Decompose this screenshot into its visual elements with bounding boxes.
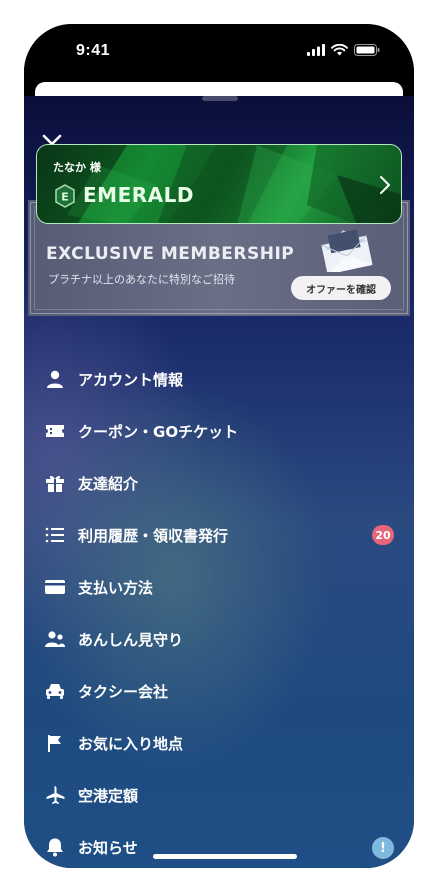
people-icon (45, 631, 65, 647)
menu-item-taxi-companies[interactable]: タクシー会社 (24, 669, 414, 713)
menu-item-label: 利用履歴・領収書発行 (78, 527, 229, 545)
menu-item-airport-flat-rate[interactable]: 空港定額 (24, 773, 414, 817)
signal-icon (307, 44, 325, 56)
user-greeting: たなか 様 (53, 161, 101, 174)
chevron-right-icon (380, 176, 390, 194)
history-count-badge: 20 (372, 525, 394, 545)
menu-item-label: お気に入り地点 (78, 735, 184, 753)
menu-item-watch[interactable]: あんしん見守り (24, 617, 414, 661)
view-offer-button[interactable]: オファーを確認 (291, 276, 391, 300)
phone-screen: 9:41 EXCLUSIVE MEMBERSHIP プラチナ以上のあなたに特別な… (24, 24, 414, 868)
menu-item-coupons[interactable]: クーポン・GOチケット (24, 409, 414, 453)
card-icon (45, 580, 65, 594)
menu-item-label: アカウント情報 (78, 371, 184, 389)
menu-item-history[interactable]: 利用履歴・領収書発行 20 (24, 513, 414, 557)
menu-item-payment[interactable]: 支払い方法 (24, 565, 414, 609)
menu-item-referral[interactable]: 友達紹介 (24, 461, 414, 505)
flag-icon (48, 735, 61, 752)
taxi-icon (46, 684, 64, 699)
status-time: 9:41 (76, 42, 111, 59)
menu-item-favorites[interactable]: お気に入り地点 (24, 721, 414, 765)
envelope-icon (321, 229, 373, 272)
notification-alert-badge: ! (372, 837, 394, 859)
menu-item-label: あんしん見守り (78, 631, 184, 649)
drawer-grabber[interactable] (202, 96, 238, 101)
side-menu-drawer: EXCLUSIVE MEMBERSHIP プラチナ以上のあなたに特別なご招待 オ… (24, 96, 414, 868)
bell-icon (47, 838, 63, 857)
menu-item-label: お知らせ (78, 839, 138, 857)
list-icon (45, 527, 64, 543)
membership-subtitle: プラチナ以上のあなたに特別なご招待 (48, 273, 235, 286)
membership-rank: EMERALD (83, 183, 194, 207)
menu-item-account[interactable]: アカウント情報 (24, 357, 414, 401)
battery-icon (354, 44, 380, 56)
menu-item-label: 友達紹介 (78, 475, 139, 493)
person-icon (47, 370, 63, 388)
status-icons (307, 44, 380, 56)
emerald-badge-letter: E (61, 191, 69, 204)
menu-item-label: タクシー会社 (78, 683, 169, 701)
membership-title: EXCLUSIVE MEMBERSHIP (46, 244, 295, 264)
home-indicator[interactable] (153, 854, 297, 859)
menu-item-notifications[interactable]: お知らせ ! (24, 825, 414, 868)
ticket-icon (46, 425, 64, 437)
gift-icon (46, 475, 64, 492)
emerald-rank-card[interactable]: たなか 様 E EMERALD (36, 144, 402, 224)
wifi-icon (331, 44, 348, 56)
emerald-badge-icon: E (55, 184, 75, 208)
menu-item-label: 支払い方法 (78, 579, 154, 597)
airplane-icon (46, 786, 65, 804)
status-bar: 9:41 (24, 24, 414, 84)
menu-item-label: 空港定額 (78, 787, 139, 805)
menu-item-label: クーポン・GOチケット (78, 423, 239, 441)
